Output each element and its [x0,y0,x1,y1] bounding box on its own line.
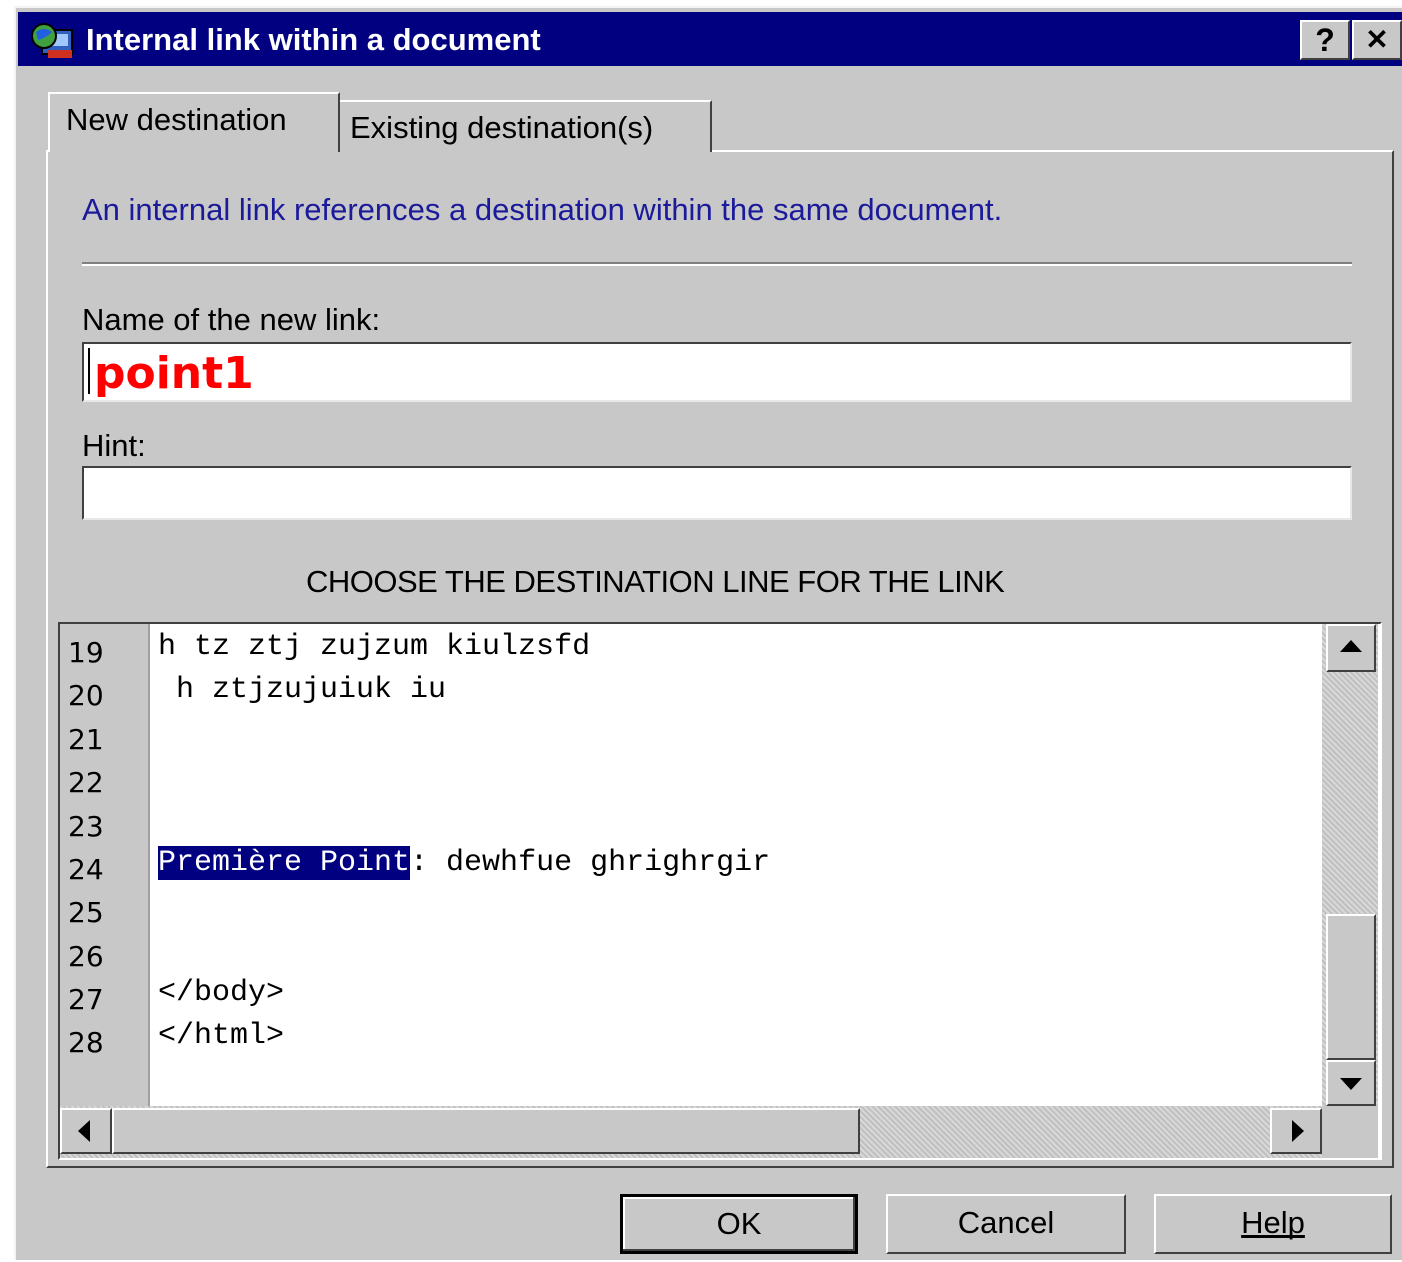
vertical-scroll-thumb[interactable] [1326,914,1376,1060]
line-number: 21 [68,723,104,756]
right-arrow-icon [1292,1120,1304,1142]
line-number: 20 [68,679,104,712]
line-number: 22 [68,766,104,799]
title-bar[interactable]: Internal link within a document ? ✕ [18,12,1402,66]
tab-existing-destinations[interactable]: Existing destination(s) [340,100,712,152]
left-arrow-icon [78,1120,90,1142]
code-line[interactable]: </body> [158,976,284,1010]
separator [82,262,1352,266]
horizontal-scrollbar[interactable] [60,1106,1322,1158]
vertical-scrollbar[interactable] [1322,624,1378,1106]
name-input[interactable]: point1 [82,342,1352,402]
scrollbar-corner [1322,1106,1378,1158]
scroll-left-button[interactable] [60,1108,112,1154]
help-button-label: Help [1241,1205,1305,1240]
line-number: 19 [68,636,104,669]
hint-field-label: Hint: [82,428,146,463]
name-field-label: Name of the new link: [82,302,381,337]
horizontal-scroll-thumb[interactable] [112,1108,860,1154]
code-line-rest: : dewhfue ghrighrgir [410,846,771,880]
scroll-right-button[interactable] [1270,1108,1322,1154]
line-number: 24 [68,853,104,886]
text-caret [88,348,90,394]
tab-new-destination[interactable]: New destination [48,92,340,152]
hint-input[interactable] [82,466,1352,520]
window-title: Internal link within a document [86,22,541,57]
scroll-up-button[interactable] [1326,624,1376,672]
down-arrow-icon [1340,1078,1362,1090]
cancel-button[interactable]: Cancel [886,1194,1126,1254]
code-line[interactable]: h ztjzujuiuk iu [158,673,446,707]
selected-text: Première Point [158,846,411,880]
line-number: 23 [68,810,104,843]
ok-button[interactable]: OK [620,1194,858,1254]
info-text: An internal link references a destinatio… [82,192,1003,227]
up-arrow-icon [1340,640,1362,652]
line-number: 28 [68,1026,104,1059]
line-number: 27 [68,983,104,1016]
destination-heading: CHOOSE THE DESTINATION LINE FOR THE LINK [306,564,1005,599]
name-input-value: point1 [94,348,254,399]
destination-editor[interactable]: 19 20 21 22 23 24 25 26 27 28 h tz ztj z… [58,622,1382,1160]
help-title-button[interactable]: ? [1300,20,1350,60]
code-line[interactable]: </html> [158,1019,284,1053]
app-icon [31,23,73,58]
close-icon: ✕ [1365,24,1389,55]
line-number: 26 [68,940,104,973]
code-line-selected[interactable]: Première Point: dewhfue ghrighrgir [158,846,770,880]
close-button[interactable]: ✕ [1352,20,1402,60]
help-button[interactable]: Help [1154,1194,1392,1254]
code-line[interactable]: h tz ztj zujzum kiulzsfd [158,630,590,664]
dialog-window: Internal link within a document ? ✕ New … [14,6,1402,1260]
line-number-gutter: 19 20 21 22 23 24 25 26 27 28 [60,624,150,1106]
scroll-down-button[interactable] [1326,1060,1376,1106]
line-number: 25 [68,896,104,929]
